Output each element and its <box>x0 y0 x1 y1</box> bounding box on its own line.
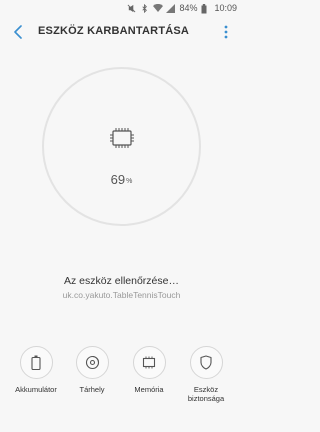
back-button[interactable] <box>10 24 26 40</box>
nav-device-security-label: Eszköz biztonsága <box>187 385 225 403</box>
bottom-nav: Akkumulátor Tárhely Memória Eszköz bizto… <box>0 346 243 416</box>
status-bar: 84% 10:09 <box>0 0 243 16</box>
clock: 10:09 <box>214 3 237 13</box>
score-unit: % <box>126 178 133 185</box>
chevron-left-icon <box>14 25 22 39</box>
mute-icon <box>127 4 136 13</box>
bluetooth-icon <box>140 3 149 13</box>
nav-device-security[interactable]: Eszköz biztonsága <box>178 346 234 403</box>
memory-chip-icon <box>142 356 156 369</box>
storage-icon <box>85 355 99 370</box>
nav-memory-label: Memória <box>134 385 164 394</box>
nav-battery-label: Akkumulátor <box>15 385 57 394</box>
nav-storage[interactable]: Tárhely <box>64 346 120 394</box>
nav-storage-label: Tárhely <box>79 385 105 394</box>
wifi-icon <box>153 3 164 13</box>
nav-memory[interactable]: Memória <box>121 346 177 394</box>
nav-battery[interactable]: Akkumulátor <box>8 346 64 394</box>
score-value: 69 <box>110 172 126 187</box>
current-app-name: uk.co.yakuto.TableTennisTouch <box>62 290 181 300</box>
battery-icon <box>31 355 41 370</box>
battery-percent: 84% <box>179 3 198 13</box>
chip-icon <box>110 128 134 148</box>
more-vertical-icon <box>224 25 228 39</box>
checking-status: Az eszköz ellenőrzése… <box>64 275 179 287</box>
battery-icon <box>201 3 210 13</box>
shield-icon <box>200 355 212 370</box>
page-title: ESZKÖZ KARBANTARTÁSA <box>38 25 190 37</box>
app-header: ESZKÖZ KARBANTARTÁSA <box>0 20 243 44</box>
signal-icon <box>166 3 176 13</box>
more-options-button[interactable] <box>221 24 231 40</box>
score-readout: 69% <box>0 172 243 187</box>
